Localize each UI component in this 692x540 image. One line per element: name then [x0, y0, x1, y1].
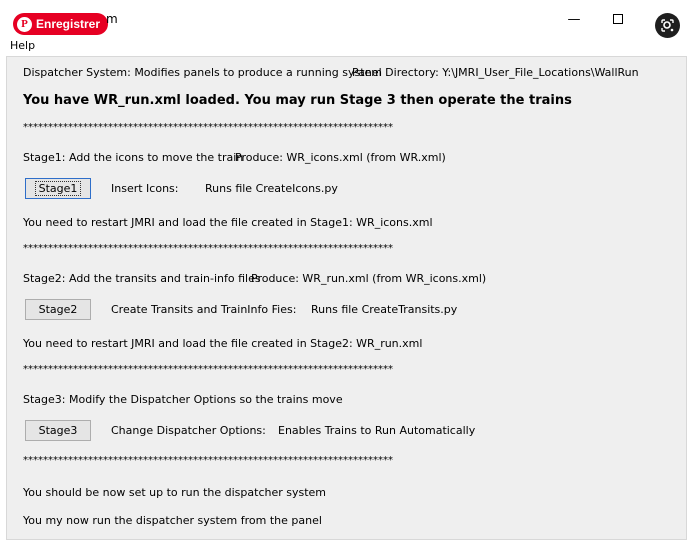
pinterest-save-label: Enregistrer — [36, 17, 101, 31]
stage1-restart-note: You need to restart JMRI and load the fi… — [23, 216, 433, 229]
window-title: m — [106, 12, 118, 26]
system-description: Dispatcher System: Modifies panels to pr… — [23, 66, 382, 79]
stage3-heading: Stage3: Modify the Dispatcher Options so… — [23, 393, 343, 406]
separator: ****************************************… — [23, 122, 393, 133]
stage3-action: Change Dispatcher Options: — [111, 424, 266, 437]
stage2-button[interactable]: Stage2 — [25, 299, 91, 320]
maximize-icon — [613, 14, 623, 24]
pinterest-save-button[interactable]: P Enregistrer — [13, 13, 109, 35]
stage3-runs: Enables Trains to Run Automatically — [278, 424, 476, 437]
menu-help[interactable]: Help — [10, 39, 35, 52]
stage1-action: Insert Icons: — [111, 182, 179, 195]
footer-run-note: You my now run the dispatcher system fro… — [23, 514, 322, 527]
stage2-heading: Stage2: Add the transits and train-info … — [23, 272, 261, 285]
panel-directory: Panel Directory: Y:\JMRI_User_File_Locat… — [352, 66, 639, 79]
stage1-runs: Runs file CreateIcons.py — [205, 182, 338, 195]
stage3-button[interactable]: Stage3 — [25, 420, 91, 441]
dispatcher-panel: Dispatcher System: Modifies panels to pr… — [6, 56, 687, 540]
pinterest-logo-icon: P — [17, 16, 32, 32]
stage3-button-label: Stage3 — [38, 424, 78, 437]
stage2-action: Create Transits and TrainInfo Fies: — [111, 303, 297, 316]
minimize-button[interactable]: — — [562, 8, 586, 30]
separator: ****************************************… — [23, 243, 393, 254]
stage1-produce: Produce: WR_icons.xml (from WR.xml) — [235, 151, 446, 164]
separator: ****************************************… — [23, 455, 393, 466]
title-bar: P Enregistrer m — — [0, 0, 692, 38]
minimize-icon: — — [567, 11, 581, 27]
stage1-button[interactable]: Stage1 — [25, 178, 91, 199]
maximize-button[interactable] — [606, 8, 630, 30]
separator: ****************************************… — [23, 364, 393, 375]
footer-setup-note: You should be now set up to run the disp… — [23, 486, 327, 499]
stage1-heading: Stage1: Add the icons to move the train — [23, 151, 244, 164]
stage2-produce: Produce: WR_run.xml (from WR_icons.xml) — [251, 272, 487, 285]
menu-bar: Help — [0, 38, 692, 55]
stage2-button-label: Stage2 — [38, 303, 78, 316]
loaded-message: You have WR_run.xml loaded. You may run … — [23, 93, 572, 108]
google-lens-button[interactable] — [655, 13, 680, 38]
stage1-button-label: Stage1 — [34, 181, 82, 196]
stage2-restart-note: You need to restart JMRI and load the fi… — [23, 337, 423, 350]
stage2-runs: Runs file CreateTransits.py — [311, 303, 458, 316]
lens-icon — [661, 19, 674, 32]
